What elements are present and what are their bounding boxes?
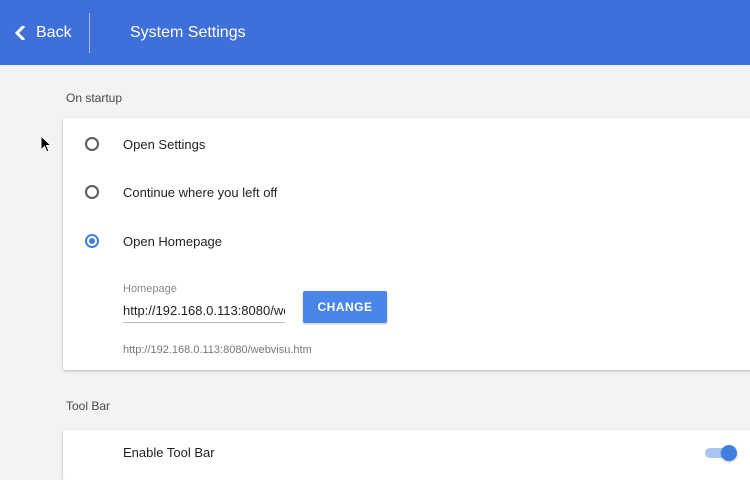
radio-button-checked[interactable] [85,234,99,248]
page-title: System Settings [130,24,246,41]
back-label: Back [36,23,72,41]
radio-label: Open Homepage [123,233,223,249]
homepage-input[interactable] [123,298,285,323]
change-button[interactable]: CHANGE [303,291,387,323]
radio-button[interactable] [85,185,99,199]
mouse-cursor-icon [40,135,53,153]
header-divider [89,13,90,53]
enable-toolbar-toggle[interactable] [705,445,737,461]
radio-label: Open Settings [123,136,206,152]
startup-card: Open Settings Continue where you left of… [63,118,750,370]
homepage-caption: Homepage [123,283,177,295]
toolbar-row: Enable Tool Bar [63,430,750,475]
enable-toolbar-label: Enable Tool Bar [123,445,215,460]
chevron-left-icon [14,25,26,40]
back-button[interactable]: Back [0,0,88,65]
section-label-on-startup: On startup [66,91,123,105]
radio-button[interactable] [85,137,99,151]
homepage-url-display: http://192.168.0.113:8080/webvisu.htm [123,344,312,356]
radio-label: Continue where you left off [123,184,278,200]
toggle-knob[interactable] [721,445,737,461]
radio-option-open-homepage[interactable]: Open Homepage [63,221,750,261]
radio-option-continue[interactable]: Continue where you left off [63,172,750,212]
section-label-tool-bar: Tool Bar [66,399,111,413]
app-header: Back System Settings [0,0,750,65]
radio-option-open-settings[interactable]: Open Settings [63,124,750,164]
